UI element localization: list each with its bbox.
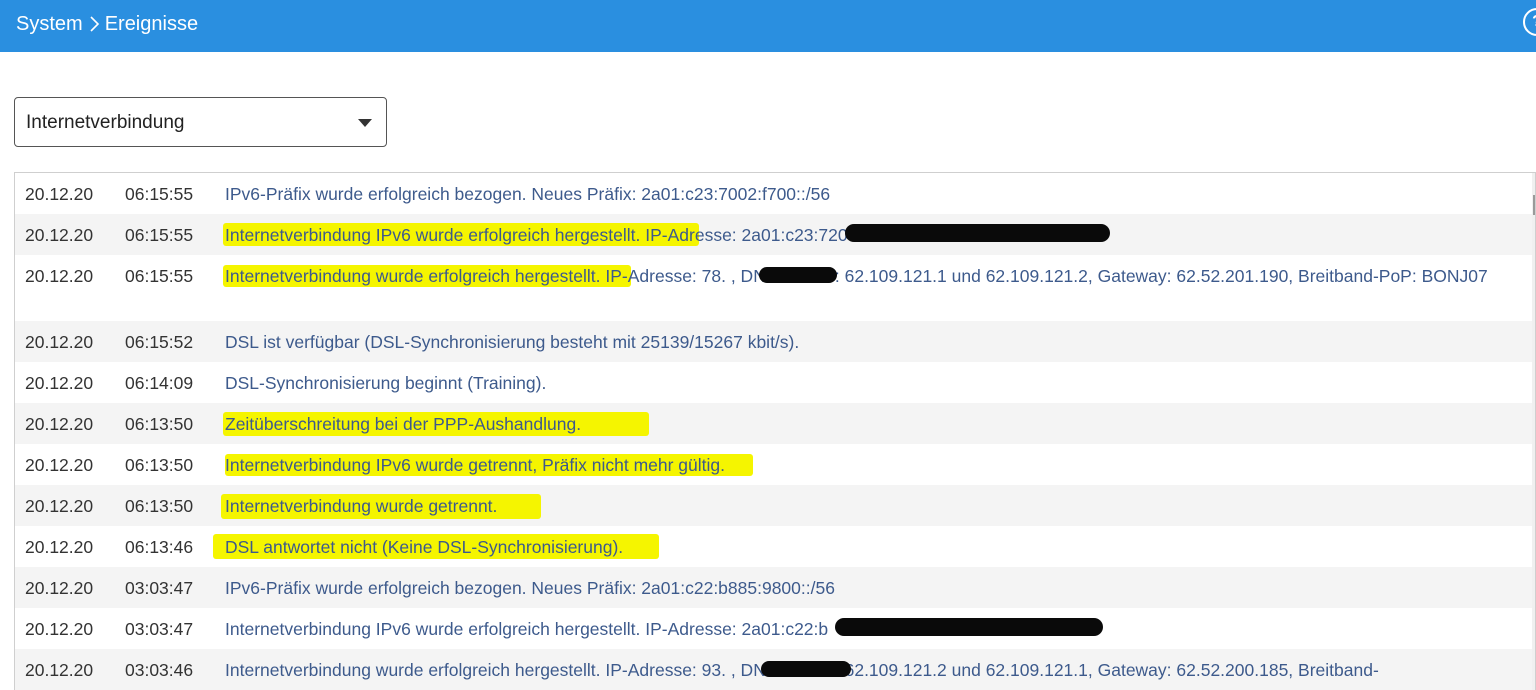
event-time: 06:13:50 xyxy=(125,496,194,516)
event-time: 06:13:50 xyxy=(125,455,194,475)
event-date: 20.12.20 xyxy=(25,332,94,352)
event-date: 20.12.20 xyxy=(25,225,94,245)
event-row: 20.12.20 06:15:55 Internetverbindung IPv… xyxy=(15,214,1533,255)
event-row: 20.12.20 03:03:46 Internetverbindung wur… xyxy=(15,649,1533,690)
redaction-mark xyxy=(759,267,837,283)
event-date: 20.12.20 xyxy=(25,184,94,204)
event-date: 20.12.20 xyxy=(25,455,94,475)
event-date: 20.12.20 xyxy=(25,578,94,598)
event-time: 06:13:50 xyxy=(125,414,194,434)
event-time: 06:15:52 xyxy=(125,332,194,352)
redaction-mark xyxy=(835,618,1103,636)
redaction-mark xyxy=(761,661,851,677)
event-date: 20.12.20 xyxy=(25,537,94,557)
event-date: 20.12.20 xyxy=(25,619,94,639)
event-time: 06:15:55 xyxy=(125,225,194,245)
event-time: 03:03:47 xyxy=(125,578,194,598)
help-icon[interactable]: ? xyxy=(1523,8,1536,36)
breadcrumb-system-link[interactable]: System xyxy=(16,13,83,36)
event-message: DSL ist verfügbar (DSL-Synchronisierung … xyxy=(225,332,800,352)
event-row: 20.12.20 06:14:09 DSL-Synchronisierung b… xyxy=(15,362,1533,403)
event-date: 20.12.20 xyxy=(25,660,94,680)
event-row: 20.12.20 03:03:47 Internetverbindung IPv… xyxy=(15,608,1533,649)
event-time: 03:03:47 xyxy=(125,619,194,639)
event-row: 20.12.20 06:13:50 Internetverbindung IPv… xyxy=(15,444,1533,485)
event-date: 20.12.20 xyxy=(25,373,94,393)
event-time: 06:13:46 xyxy=(125,537,194,557)
event-row: 20.12.20 06:15:52 DSL ist verfügbar (DSL… xyxy=(15,321,1533,362)
event-filter-value: Internetverbindung xyxy=(26,112,185,133)
event-message: IPv6-Präfix wurde erfolgreich bezogen. N… xyxy=(225,578,835,598)
event-row: 20.12.20 06:15:55 Internetverbindung wur… xyxy=(15,255,1533,321)
event-row: 20.12.20 06:13:46 DSL antwortet nicht (K… xyxy=(15,526,1533,567)
event-time: 03:03:46 xyxy=(125,660,194,680)
event-log-list: 20.12.20 06:15:55 IPv6-Präfix wurde erfo… xyxy=(15,173,1533,690)
event-message: Internetverbindung wurde erfolgreich her… xyxy=(225,266,1488,286)
breadcrumb-current: Ereignisse xyxy=(104,12,199,35)
event-message: Internetverbindung wurde erfolgreich her… xyxy=(225,660,1379,680)
event-row: 20.12.20 06:13:50 Internetverbindung wur… xyxy=(15,485,1533,526)
event-time: 06:15:55 xyxy=(125,184,194,204)
event-message: IPv6-Präfix wurde erfolgreich bezogen. N… xyxy=(225,184,831,204)
breadcrumb: System Ereignisse xyxy=(16,0,198,48)
event-row: 20.12.20 06:15:55 IPv6-Präfix wurde erfo… xyxy=(15,173,1533,214)
event-time: 06:15:55 xyxy=(125,266,194,286)
event-filter-select[interactable]: Internetverbindung xyxy=(14,97,387,147)
event-date: 20.12.20 xyxy=(25,266,94,286)
log-scrollbar[interactable] xyxy=(1532,173,1535,690)
event-date: 20.12.20 xyxy=(25,414,94,434)
chevron-right-icon xyxy=(87,14,101,34)
event-message: DSL-Synchronisierung beginnt (Training). xyxy=(225,373,547,393)
header-bar: System Ereignisse ? xyxy=(0,0,1536,52)
event-message: DSL antwortet nicht (Keine DSL-Synchroni… xyxy=(225,537,624,557)
dropdown-arrow-icon xyxy=(358,119,372,127)
event-row: 20.12.20 06:13:50 Zeitüberschreitung bei… xyxy=(15,403,1533,444)
event-date: 20.12.20 xyxy=(25,496,94,516)
redaction-mark xyxy=(845,224,1110,242)
event-message: Zeitüberschreitung bei der PPP-Aushandlu… xyxy=(225,414,582,434)
event-row: 20.12.20 03:03:47 IPv6-Präfix wurde erfo… xyxy=(15,567,1533,608)
event-message: Internetverbindung IPv6 wurde getrennt, … xyxy=(225,455,725,475)
event-message: Internetverbindung wurde getrennt. xyxy=(225,496,498,516)
event-log-panel: 20.12.20 06:15:55 IPv6-Präfix wurde erfo… xyxy=(14,172,1536,690)
event-time: 06:14:09 xyxy=(125,373,194,393)
